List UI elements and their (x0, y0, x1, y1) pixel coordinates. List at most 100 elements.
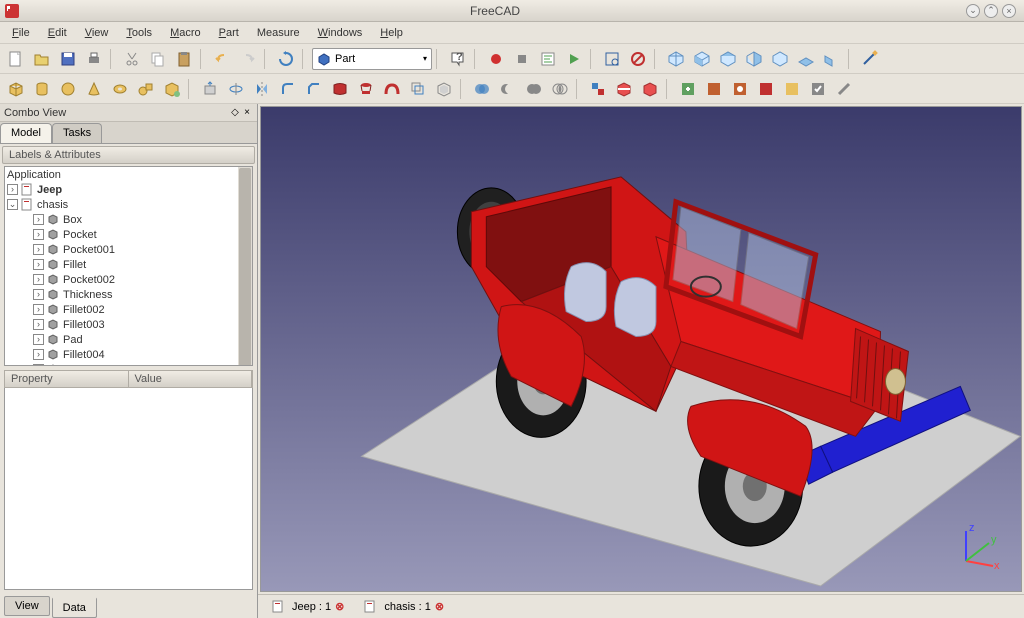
clear-measure-icon[interactable] (832, 77, 856, 101)
undo-icon[interactable] (210, 47, 234, 71)
tree-feature-row[interactable]: ›Pocket001 (5, 242, 252, 257)
view-top-icon[interactable] (716, 47, 740, 71)
tree-feature-row[interactable]: ›Box (5, 212, 252, 227)
tree-scrollbar[interactable] (238, 167, 252, 365)
mdi-tab-chasis[interactable]: chasis : 1 ⊗ (358, 598, 450, 615)
make-compound-icon[interactable] (586, 77, 610, 101)
part-shape-from-mesh-icon[interactable] (728, 77, 752, 101)
whats-this-icon[interactable]: ? (446, 47, 470, 71)
execute-macro-icon[interactable] (562, 47, 586, 71)
tab-model[interactable]: Model (0, 123, 52, 143)
import-icon[interactable] (676, 77, 700, 101)
intersect-icon[interactable] (548, 77, 572, 101)
tree-expand-icon[interactable]: › (33, 289, 44, 300)
print-icon[interactable] (82, 47, 106, 71)
chamfer-icon[interactable] (302, 77, 326, 101)
tree-collapse-icon[interactable]: ⌄ (7, 199, 18, 210)
property-panel[interactable] (4, 388, 253, 590)
3d-viewport[interactable]: z x y (260, 106, 1022, 592)
offset-icon[interactable] (406, 77, 430, 101)
sphere-icon[interactable] (56, 77, 80, 101)
tree-feature-row[interactable]: ›Pocket (5, 227, 252, 242)
close-icon[interactable]: ⊗ (335, 600, 344, 613)
view-bottom-icon[interactable] (794, 47, 818, 71)
view-left-icon[interactable] (820, 47, 844, 71)
cylinder-icon[interactable] (30, 77, 54, 101)
model-tree[interactable]: Application ›Jeep ⌄chasis ›Box›Pocket›Po… (4, 166, 253, 366)
tree-feature-row[interactable]: ›Fillet005 (5, 362, 252, 366)
cut-boolean-icon[interactable] (496, 77, 520, 101)
tree-feature-row[interactable]: ›Thickness (5, 287, 252, 302)
tree-expand-icon[interactable]: › (33, 214, 44, 225)
panel-close-button[interactable]: × (241, 107, 253, 119)
macros-icon[interactable] (536, 47, 560, 71)
tree-doc-label[interactable]: Jeep (37, 184, 62, 196)
shape-builder-icon[interactable] (160, 77, 184, 101)
fit-all-icon[interactable] (600, 47, 624, 71)
menu-macro[interactable]: Macro (162, 25, 209, 41)
tree-expand-icon[interactable]: › (33, 334, 44, 345)
union-icon[interactable] (522, 77, 546, 101)
tree-expand-icon[interactable]: › (33, 259, 44, 270)
ruled-surface-icon[interactable] (328, 77, 352, 101)
boolean-icon[interactable] (470, 77, 494, 101)
tab-view[interactable]: View (4, 596, 50, 616)
close-button[interactable]: × (1002, 4, 1016, 18)
maximize-button[interactable]: ⌃ (984, 4, 998, 18)
tree-part-label[interactable]: chasis (37, 199, 68, 211)
primitives-icon[interactable] (134, 77, 158, 101)
minimize-button[interactable]: ⌄ (966, 4, 980, 18)
fillet-icon[interactable] (276, 77, 300, 101)
sweep-icon[interactable] (380, 77, 404, 101)
tree-expand-icon[interactable]: › (33, 244, 44, 255)
tree-feature-row[interactable]: ›Fillet004 (5, 347, 252, 362)
revolve-icon[interactable] (224, 77, 248, 101)
tree-feature-row[interactable]: ›Pocket002 (5, 272, 252, 287)
cube-icon[interactable] (4, 77, 28, 101)
view-rear-icon[interactable] (768, 47, 792, 71)
copy-icon[interactable] (146, 47, 170, 71)
tree-expand-icon[interactable]: › (7, 184, 18, 195)
thickness-icon[interactable] (432, 77, 456, 101)
menu-edit[interactable]: Edit (40, 25, 75, 41)
menu-file[interactable]: File (4, 25, 38, 41)
stop-macro-icon[interactable] (510, 47, 534, 71)
tree-feature-row[interactable]: ›Pad (5, 332, 252, 347)
menu-tools[interactable]: Tools (118, 25, 160, 41)
draw-style-icon[interactable] (626, 47, 650, 71)
measure-linear-icon[interactable] (858, 47, 882, 71)
tree-expand-icon[interactable]: › (33, 229, 44, 240)
panel-float-button[interactable]: ◇ (229, 107, 241, 119)
view-front-icon[interactable] (690, 47, 714, 71)
open-icon[interactable] (30, 47, 54, 71)
check-geometry-icon[interactable] (806, 77, 830, 101)
cut-icon[interactable] (120, 47, 144, 71)
torus-icon[interactable] (108, 77, 132, 101)
tree-feature-row[interactable]: ›Fillet002 (5, 302, 252, 317)
tree-expand-icon[interactable]: › (33, 274, 44, 285)
export-icon[interactable] (702, 77, 726, 101)
menu-part[interactable]: Part (211, 25, 247, 41)
redo-icon[interactable] (236, 47, 260, 71)
new-icon[interactable] (4, 47, 28, 71)
mdi-tab-jeep[interactable]: Jeep : 1 ⊗ (266, 598, 350, 615)
tree-expand-icon[interactable]: › (33, 304, 44, 315)
loft-icon[interactable] (354, 77, 378, 101)
tree-expand-icon[interactable]: › (33, 364, 44, 366)
extrude-icon[interactable] (198, 77, 222, 101)
menu-help[interactable]: Help (372, 25, 411, 41)
menu-windows[interactable]: Windows (310, 25, 371, 41)
tab-data[interactable]: Data (52, 597, 97, 618)
paste-icon[interactable] (172, 47, 196, 71)
record-macro-icon[interactable] (484, 47, 508, 71)
save-icon[interactable] (56, 47, 80, 71)
reverse-shapes-icon[interactable] (780, 77, 804, 101)
tree-feature-row[interactable]: ›Fillet003 (5, 317, 252, 332)
view-iso-icon[interactable] (664, 47, 688, 71)
tree-feature-row[interactable]: ›Fillet (5, 257, 252, 272)
tree-expand-icon[interactable]: › (33, 319, 44, 330)
cone-icon[interactable] (82, 77, 106, 101)
mirror-icon[interactable] (250, 77, 274, 101)
section-icon[interactable] (612, 77, 636, 101)
cross-sections-icon[interactable] (638, 77, 662, 101)
